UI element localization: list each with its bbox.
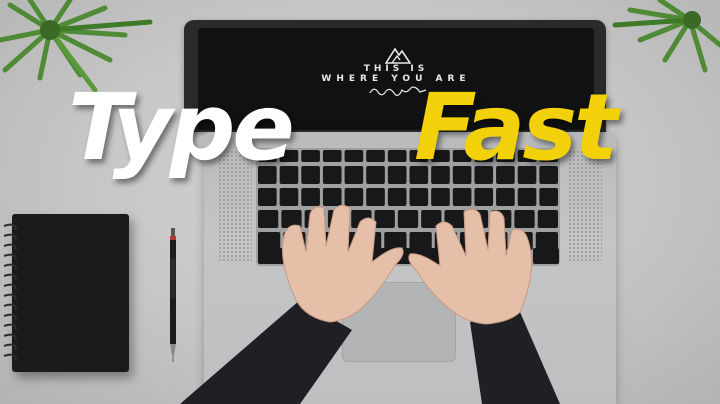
headline-word-type: Type	[68, 74, 295, 181]
thumbnail-scene: THIS IS WHERE YOU ARE Type Fast	[0, 0, 720, 404]
headline-word-fast: Fast	[414, 74, 618, 181]
typing-hands	[180, 204, 560, 404]
